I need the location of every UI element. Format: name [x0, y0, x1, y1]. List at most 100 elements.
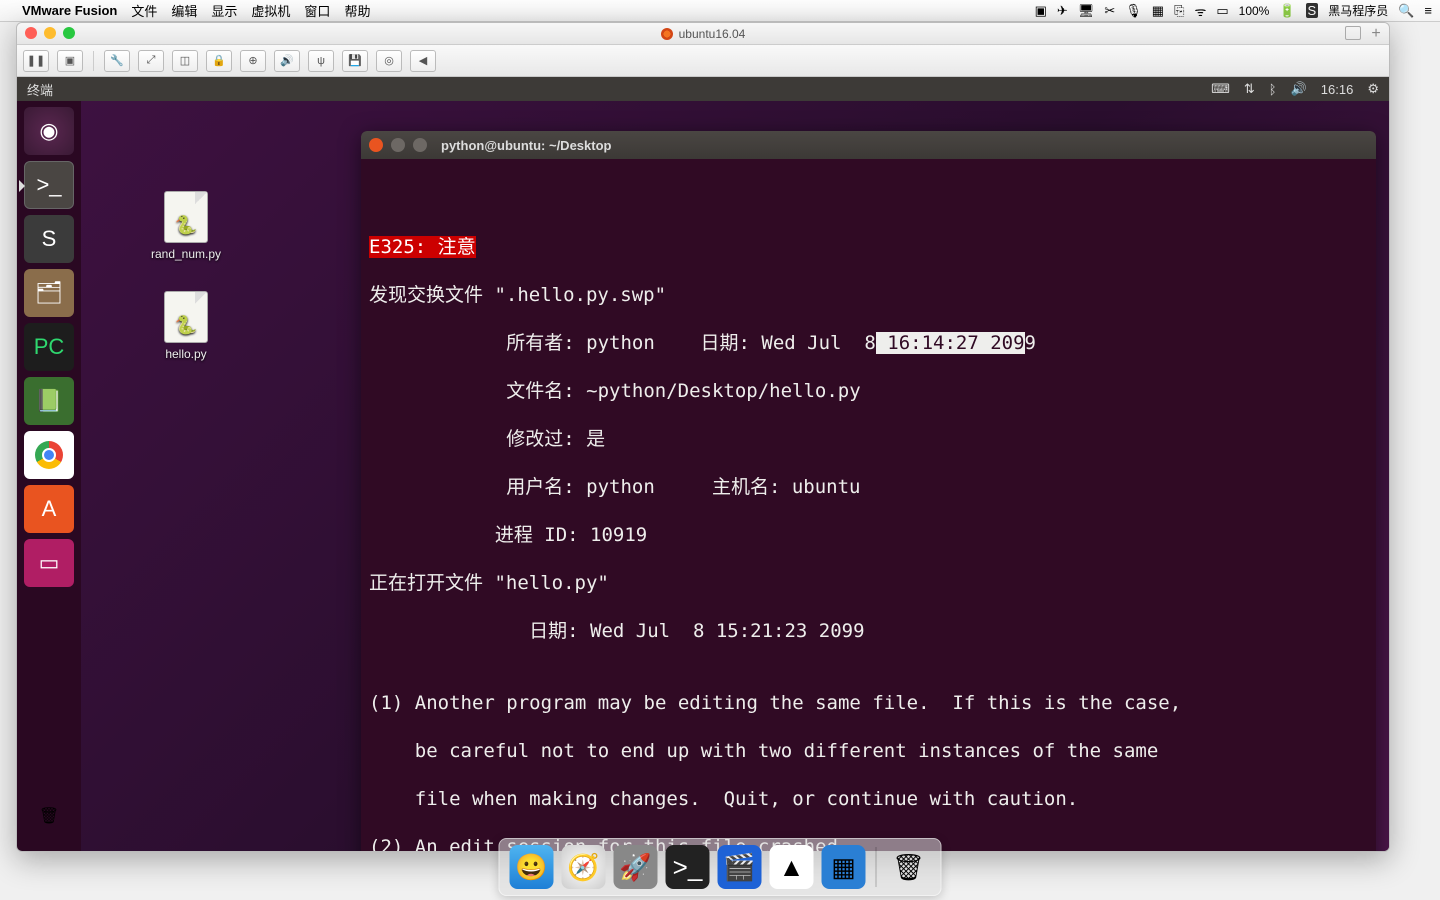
- bluetooth-indicator-icon[interactable]: ᛒ: [1269, 82, 1277, 97]
- vm-tab-title[interactable]: ubuntu16.04: [679, 27, 746, 41]
- dock-vmware-icon[interactable]: ▦: [822, 845, 866, 889]
- terminal-body[interactable]: E325: 注意 发现交换文件 ".hello.py.swp" 所有者: pyt…: [361, 159, 1376, 852]
- dock-separator: [876, 847, 877, 887]
- wifi-icon[interactable]: ᯤ: [1194, 2, 1206, 20]
- term-line: 文件名: ~python/Desktop/hello.py: [369, 379, 1368, 403]
- term-line: 发现交换文件 ".hello.py.swp": [369, 283, 1368, 307]
- menu-extras-icon[interactable]: ≡: [1424, 3, 1432, 18]
- vm-titlebar: ubuntu16.04 +: [17, 23, 1389, 45]
- monitor-icon[interactable]: ▭: [1216, 3, 1228, 19]
- terminal-title: python@ubuntu: ~/Desktop: [441, 138, 611, 153]
- display-icon[interactable]: 🖥: [1078, 3, 1095, 19]
- network-button[interactable]: ⊕: [240, 50, 266, 72]
- snapshot-button[interactable]: ▣: [57, 50, 83, 72]
- term-line: 进程 ID: 10919: [369, 523, 1368, 547]
- window-minimize-button[interactable]: [44, 27, 56, 39]
- dock-terminal-icon[interactable]: >_: [666, 845, 710, 889]
- ubuntu-top-panel: 终端 ⌨ ⇅ ᛒ 🔊 16:16 ⚙: [17, 77, 1389, 101]
- unity-launcher: ◉ >_ S 🗂 PC 📗 A ▭ 🗑: [17, 101, 81, 851]
- vmware-window: ubuntu16.04 + ❚❚ ▣ 🔧 ⤢ ◫ 🔒 ⊕ 🔊 ψ 💾 ◎ ◀ 终…: [16, 22, 1390, 852]
- term-line: 修改过: 是: [369, 427, 1368, 451]
- term-line: 用户名: python 主机名: ubuntu: [369, 475, 1368, 499]
- mac-dock: 😀 🧭 🚀 >_ 🎬 ▲ ▦ 🗑: [499, 838, 942, 896]
- desktop-file-rand-num[interactable]: 🐍 rand_num.py: [141, 191, 231, 261]
- desktop-file-label: hello.py: [141, 347, 231, 361]
- toolbar-separator: [93, 51, 94, 71]
- launcher-terminal-icon[interactable]: >_: [24, 161, 74, 209]
- unity-button[interactable]: ◫: [172, 50, 198, 72]
- dock-app-icon[interactable]: 🎬: [718, 845, 762, 889]
- menu-view[interactable]: 显示: [211, 1, 237, 20]
- vm-toolbar: ❚❚ ▣ 🔧 ⤢ ◫ 🔒 ⊕ 🔊 ψ 💾 ◎ ◀: [17, 45, 1389, 77]
- terminal-maximize-button[interactable]: [413, 138, 427, 152]
- pause-button[interactable]: ❚❚: [23, 50, 49, 72]
- terminal-close-button[interactable]: [369, 138, 383, 152]
- term-line: file when making changes. Quit, or conti…: [369, 787, 1368, 811]
- network-indicator-icon[interactable]: ⇅: [1244, 81, 1255, 97]
- keyboard-indicator-icon[interactable]: ⌨: [1211, 81, 1230, 97]
- sound-button[interactable]: 🔊: [274, 50, 300, 72]
- launcher-pycharm-icon[interactable]: PC: [24, 323, 74, 371]
- app-menu[interactable]: VMware Fusion: [22, 3, 117, 18]
- selected-text: 16:14:27 209: [876, 332, 1025, 354]
- disk-button[interactable]: 💾: [342, 50, 368, 72]
- gear-indicator-icon[interactable]: ⚙: [1367, 81, 1379, 97]
- desktop-file-hello[interactable]: 🐍 hello.py: [141, 291, 231, 361]
- clock-label[interactable]: 16:16: [1321, 82, 1354, 97]
- scissors-icon[interactable]: ✂: [1104, 3, 1115, 19]
- term-line: 所有者: python 日期: Wed Jul 8 16:14:27 2099: [369, 331, 1368, 355]
- launcher-software-icon[interactable]: A: [24, 485, 74, 533]
- launcher-reader-icon[interactable]: 📗: [24, 377, 74, 425]
- ubuntu-guest-screen: 终端 ⌨ ⇅ ᛒ 🔊 16:16 ⚙ ◉ >_ S 🗂 PC 📗 A ▭ 🗑: [17, 77, 1389, 851]
- dock-safari-icon[interactable]: 🧭: [562, 845, 606, 889]
- menu-edit[interactable]: 编辑: [171, 1, 197, 20]
- telegram-icon[interactable]: ✈: [1057, 3, 1068, 19]
- mic-icon[interactable]: 🎙: [1125, 3, 1142, 19]
- menu-window[interactable]: 窗口: [304, 1, 330, 20]
- mac-menubar: VMware Fusion 文件 编辑 显示 虚拟机 窗口 帮助 ▣ ✈ 🖥 ✂…: [0, 0, 1440, 22]
- menu-file[interactable]: 文件: [131, 1, 157, 20]
- launcher-files-icon[interactable]: 🗂: [24, 269, 74, 317]
- ubuntu-tab-icon: [661, 28, 673, 40]
- terminal-minimize-button[interactable]: [391, 138, 405, 152]
- dock-vlc-icon[interactable]: ▲: [770, 845, 814, 889]
- dock-trash-icon[interactable]: 🗑: [887, 845, 931, 889]
- term-line: E325: 注意: [369, 235, 1368, 259]
- window-close-button[interactable]: [25, 27, 37, 39]
- term-line: 正在打开文件 "hello.py": [369, 571, 1368, 595]
- dash-home-icon[interactable]: ◉: [24, 107, 74, 155]
- terminal-titlebar[interactable]: python@ubuntu: ~/Desktop: [361, 131, 1376, 159]
- desktop-file-label: rand_num.py: [141, 247, 231, 261]
- term-line: 日期: Wed Jul 8 15:21:23 2099: [369, 619, 1368, 643]
- window-maximize-button[interactable]: [63, 27, 75, 39]
- menu-help[interactable]: 帮助: [344, 1, 370, 20]
- spotlight-icon[interactable]: 🔍: [1398, 3, 1414, 19]
- cd-button[interactable]: ◎: [376, 50, 402, 72]
- active-app-label: 终端: [27, 80, 53, 99]
- settings-button[interactable]: 🔧: [104, 50, 130, 72]
- usb-button[interactable]: ψ: [308, 50, 334, 72]
- desktop-area[interactable]: 🐍 rand_num.py 🐍 hello.py python@ubuntu: …: [81, 101, 1389, 851]
- screen-record-icon[interactable]: ▣: [1035, 3, 1047, 19]
- menu-vm[interactable]: 虚拟机: [251, 1, 290, 20]
- term-line: be careful not to end up with two differ…: [369, 739, 1368, 763]
- fullscreen-button[interactable]: ⤢: [138, 50, 164, 72]
- ime-icon[interactable]: S: [1306, 3, 1319, 18]
- dock-launchpad-icon[interactable]: 🚀: [614, 845, 658, 889]
- battery-text: 100%: [1239, 4, 1270, 18]
- battery-icon[interactable]: 🔋: [1279, 3, 1295, 19]
- launcher-app-icon[interactable]: ▭: [24, 539, 74, 587]
- sound-indicator-icon[interactable]: 🔊: [1291, 81, 1307, 97]
- isolate-button[interactable]: 🔒: [206, 50, 232, 72]
- add-tab-button[interactable]: +: [1367, 25, 1385, 43]
- sync-icon[interactable]: ⎘: [1174, 3, 1184, 19]
- launcher-trash-icon[interactable]: 🗑: [26, 793, 72, 839]
- dock-finder-icon[interactable]: 😀: [510, 845, 554, 889]
- back-button[interactable]: ◀: [410, 50, 436, 72]
- expand-tab-button[interactable]: [1345, 26, 1361, 40]
- launcher-sublime-icon[interactable]: S: [24, 215, 74, 263]
- ime-label: 黑马程序员: [1328, 2, 1388, 19]
- launcher-chrome-icon[interactable]: [24, 431, 74, 479]
- input-icon[interactable]: ▦: [1152, 3, 1164, 19]
- terminal-window: python@ubuntu: ~/Desktop E325: 注意 发现交换文件…: [361, 131, 1376, 852]
